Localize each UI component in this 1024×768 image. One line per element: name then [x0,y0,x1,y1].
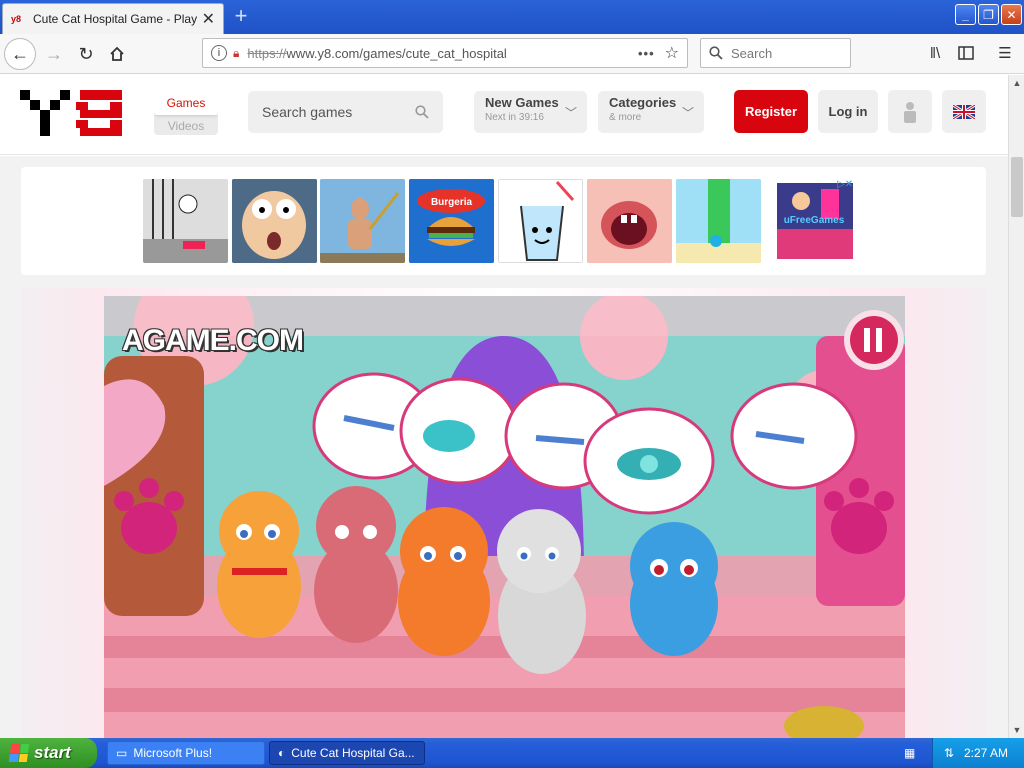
library-icon: ‖\ [929,44,941,62]
ad-thumb-5-art [499,180,582,262]
user-avatar-icon [904,101,916,123]
games-videos-toggle: Games Videos [154,91,218,135]
ad-thumb-2-art [232,179,317,263]
ad-thumb-3-art [320,179,405,263]
ad-choices-icon[interactable]: ▷✕ [837,179,853,190]
ad-thumb-7[interactable] [676,179,761,263]
browser-app-icon: ◐ [278,746,286,760]
browser-search-box[interactable]: Search [700,38,851,68]
browser-search-placeholder: Search [731,45,773,61]
page-scrollbar[interactable]: ▲ ▼ [1008,75,1024,738]
categories-dropdown[interactable]: Categories & more ﹀ [598,91,704,133]
ad-thumb-5[interactable] [498,179,583,263]
address-bar[interactable]: i 🔒︎ https://www.y8.com/games/cute_cat_h… [202,38,688,68]
taskbar-item-microsoft-plus[interactable]: ▭ Microsoft Plus! [107,741,265,765]
sidebar-button[interactable] [953,40,979,66]
new-games-dropdown[interactable]: New Games Next in 39:16 ﹀ [474,91,587,133]
browser-nav-bar: ← → ↻ i 🔒︎ https://www.y8.com/games/cute… [0,34,1024,74]
start-button[interactable]: start [0,738,97,768]
forward-button[interactable]: → [38,38,70,70]
site-header: Games Videos Search games New Games Next… [0,75,1008,155]
chevron-down-icon: ﹀ [564,106,577,120]
ad-thumb-4[interactable]: Burgeria [409,179,494,263]
site-favicon-icon: y8 [11,14,22,24]
taskbar-item-browser[interactable]: ◐ Cute Cat Hospital Ga... [269,741,425,765]
close-window-button[interactable]: ✕ [1001,4,1022,25]
start-label: start [34,743,71,762]
window-app-icon: ▭ [116,746,128,760]
tab-title: Cute Cat Hospital Game - Play onl [33,12,198,26]
minimize-button[interactable]: _ [955,4,976,25]
windows-taskbar: start ▭ Microsoft Plus! ◐ Cute Cat Hospi… [0,738,1024,768]
clock[interactable]: 2:27 AM [964,746,1008,760]
new-games-label: New Games [485,95,559,110]
login-button[interactable]: Log in [818,90,878,133]
menu-button[interactable]: ☰ [992,40,1018,66]
url-text[interactable]: https://www.y8.com/games/cute_cat_hospit… [247,46,638,61]
scroll-down-icon[interactable]: ▼ [1009,722,1024,738]
ad-thumb-1-art [143,179,228,263]
ad-thumb-3[interactable] [320,179,405,263]
site-search-placeholder: Search games [262,104,353,120]
ad-thumb-8-caption: uFreeGames [783,215,845,226]
ad-thumb-4-caption: Burgeria [430,197,473,208]
ad-thumb-6-art [587,179,672,263]
insecure-lock-icon[interactable]: 🔒︎ [233,46,239,61]
ad-thumb-1[interactable] [143,179,228,263]
new-games-countdown: Next in 39:16 [485,112,544,123]
browser-tab-strip: y8 Cute Cat Hospital Game - Play onl ✕ +… [0,0,1024,34]
y8-logo[interactable] [20,90,124,136]
ad-thumb-7-art [676,179,761,263]
page-actions-icon[interactable]: ••• [638,46,655,61]
game-canvas[interactable]: AGAME.COM [104,296,905,738]
back-button[interactable]: ← [4,38,36,70]
register-button[interactable]: Register [734,90,808,133]
nav-videos-tab[interactable]: Videos [154,115,218,135]
game-scene [104,296,905,738]
recommended-games-bar: Burgeria uFreeGames ▷✕ [21,167,986,275]
ad-thumb-6[interactable] [587,179,672,263]
library-button[interactable]: ‖\ [922,40,948,66]
avatar-button[interactable] [888,90,932,133]
scroll-up-icon[interactable]: ▲ [1009,75,1024,91]
y8-logo-mark [20,90,122,136]
keyboard-icon[interactable]: ▦ [904,746,915,760]
network-icon[interactable]: ⇅ [944,746,954,760]
search-icon [709,46,723,60]
back-arrow-icon: ← [11,43,29,64]
home-icon [110,46,124,61]
forward-arrow-icon: → [45,43,63,64]
browser-tab[interactable]: y8 Cute Cat Hospital Game - Play onl ✕ [2,3,224,34]
reload-icon: ↻ [78,43,94,64]
tab-close-icon[interactable]: ✕ [202,9,215,29]
pause-button[interactable] [840,314,902,370]
system-tray: ⇅ 2:27 AM [932,738,1024,768]
sidebar-icon [958,46,974,60]
new-tab-button[interactable]: + [229,4,253,28]
ad-thumb-8[interactable]: uFreeGames [771,179,857,263]
restore-button[interactable]: ❐ [978,4,999,25]
categories-sub: & more [609,112,642,123]
site-search-input[interactable]: Search games [248,91,443,133]
language-button[interactable] [942,90,986,133]
home-button[interactable] [101,38,133,70]
nav-games-tab[interactable]: Games [154,91,218,115]
uk-flag-icon [953,104,975,119]
game-brand-logo[interactable]: AGAME.COM [122,324,304,358]
hamburger-menu-icon: ☰ [998,45,1012,62]
bookmark-star-icon[interactable]: ☆ [665,43,679,63]
categories-label: Categories [609,95,677,110]
reload-button[interactable]: ↻ [70,38,102,70]
scroll-thumb[interactable] [1011,157,1023,217]
search-icon[interactable] [415,105,429,119]
chevron-down-icon: ﹀ [681,106,694,120]
site-info-icon[interactable]: i [211,45,227,61]
window-controls: _ ❐ ✕ [955,4,1022,25]
windows-flag-icon [8,744,30,762]
ad-thumb-2[interactable] [232,179,317,263]
ad-thumb-4-art [409,179,494,263]
